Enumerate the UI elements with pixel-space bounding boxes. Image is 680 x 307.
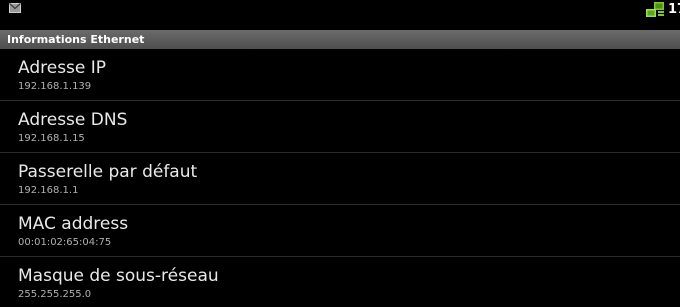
list-item-value: 192.168.1.15: [18, 133, 85, 144]
list-item-value: 192.168.1.1: [18, 185, 79, 196]
status-clock: 17: [668, 2, 680, 17]
page-title: Informations Ethernet: [7, 33, 145, 46]
list-item-label: Passerelle par défaut: [18, 162, 198, 182]
mail-icon[interactable]: [9, 3, 21, 13]
status-bar: 17: [0, 0, 680, 30]
list-item-label: Adresse IP: [18, 58, 107, 78]
title-bar: Informations Ethernet: [0, 30, 680, 49]
list-item-mac-address[interactable]: MAC address 00:01:02:65:04:75: [0, 205, 680, 257]
list-item-label: MAC address: [18, 214, 129, 234]
list-item-value: 00:01:02:65:04:75: [18, 237, 112, 248]
list-item-label: Masque de sous-réseau: [18, 266, 219, 286]
list-item-label: Adresse DNS: [18, 110, 128, 130]
screen: 17 Informations Ethernet Adresse IP 192.…: [0, 0, 680, 307]
list-item-default-gateway[interactable]: Passerelle par défaut 192.168.1.1: [0, 153, 680, 205]
list-item-dns-address[interactable]: Adresse DNS 192.168.1.15: [0, 101, 680, 153]
list-item-subnet-mask[interactable]: Masque de sous-réseau 255.255.255.0: [0, 257, 680, 307]
ethernet-info-list: Adresse IP 192.168.1.139 Adresse DNS 192…: [0, 49, 680, 307]
list-item-value: 192.168.1.139: [18, 81, 92, 92]
ethernet-network-icon: [646, 2, 664, 17]
list-item-ip-address[interactable]: Adresse IP 192.168.1.139: [0, 49, 680, 101]
list-item-value: 255.255.255.0: [18, 289, 92, 300]
